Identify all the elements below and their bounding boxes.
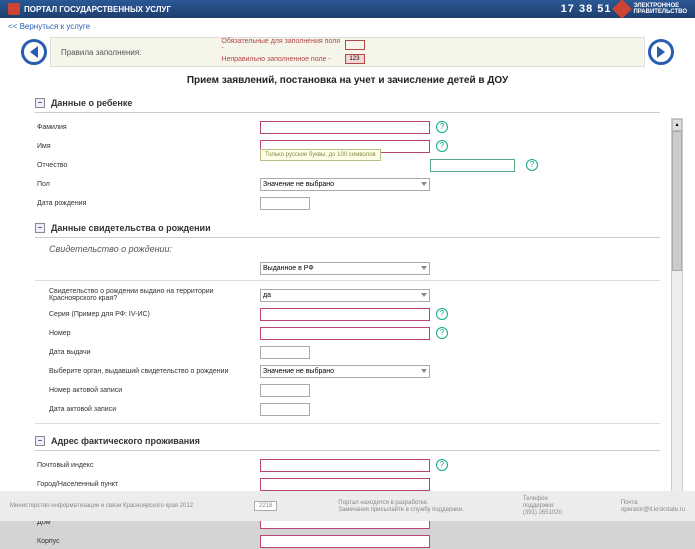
help-icon[interactable]: ? [526,159,538,171]
arrow-left-icon [30,46,38,58]
issuer-select[interactable]: Значение не выбрано [260,365,430,378]
invalid-label: Неправильно заполненное поле - [221,56,341,63]
invalid-sample: 123 [345,54,365,64]
region-select[interactable]: да [260,289,430,302]
back-link[interactable]: << Вернуться к услуге [0,18,695,35]
elec-gov-label: ЭЛЕКТРОННОЕПРАВИТЕЛЬСТВО [633,3,687,15]
required-sample [345,40,365,50]
collapse-icon[interactable]: − [35,223,45,233]
record-num-label: Номер актовой записи [35,387,260,394]
time-display: 17 38 51 [561,3,612,15]
birthdate-label: Дата рождения [35,200,260,207]
building-label: Корпус [35,538,260,545]
issue-date-label: Дата выдачи [35,349,260,356]
help-icon[interactable]: ? [436,308,448,320]
issue-date-input[interactable] [260,346,310,359]
emblem-icon [8,3,20,15]
gender-select[interactable]: Значение не выбрано [260,178,430,191]
number-input[interactable] [260,327,430,340]
section-title: Адрес фактического проживания [51,436,200,446]
lastname-label: Фамилия [35,124,260,131]
subsection-title: Свидетельство о рождении: [49,244,660,254]
header-bar: ПОРТАЛ ГОСУДАРСТВЕННЫХ УСЛУГ 17 38 51 ЭЛ… [0,0,695,18]
number-label: Номер [35,330,260,337]
section-title: Данные о ребенке [51,98,132,108]
section-title: Данные свидетельства о рождении [51,223,211,233]
gender-label: Пол [35,181,260,188]
portal-title: ПОРТАЛ ГОСУДАРСТВЕННЫХ УСЛУГ [24,5,171,14]
hint-tooltip: Только русские буквы, до 100 символов [260,149,381,161]
arrow-right-icon [657,46,665,58]
collapse-icon[interactable]: − [35,436,45,446]
counter-badge: 2218 [254,501,277,511]
required-label: Обязательные для заполнения поля - [221,38,341,52]
gov-logo-icon [613,0,633,19]
ministry-text: Министерство информатизации и связи Крас… [10,503,193,509]
prev-button[interactable] [21,39,47,65]
series-input[interactable] [260,308,430,321]
footer: Министерство информатизации и связи Крас… [0,491,695,521]
rules-title: Правила заполнения: [61,48,141,57]
patronymic-label: Отчество [35,162,260,169]
postcode-label: Почтовый индекс [35,462,260,469]
scroll-up-icon[interactable]: ▴ [672,119,682,131]
collapse-icon[interactable]: − [35,98,45,108]
page-title: Прием заявлений, постановка на учет и за… [0,75,695,86]
city-input[interactable] [260,478,430,491]
building-input[interactable] [260,535,430,548]
region-question-label: Свидетельство о рождении выдано на терри… [35,288,260,302]
record-num-input[interactable] [260,384,310,397]
firstname-label: Имя [35,143,260,150]
issuer-label: Выберите орган, выдавший свидетельство о… [35,368,260,375]
postcode-input[interactable] [260,459,430,472]
help-icon[interactable]: ? [436,459,448,471]
record-date-label: Дата актовой записи [35,406,260,413]
help-icon[interactable]: ? [436,327,448,339]
city-label: Город/Населенный пункт [35,481,260,488]
scroll-thumb[interactable] [672,131,682,271]
rules-bar: Правила заполнения: Обязательные для зап… [50,37,645,67]
patronymic-input[interactable] [430,159,515,172]
scrollbar[interactable]: ▴ ▾ [671,118,683,508]
next-button[interactable] [648,39,674,65]
help-icon[interactable]: ? [436,121,448,133]
birthdate-input[interactable] [260,197,310,210]
series-label: Серия (Пример для РФ: IV-ИС) [35,311,260,318]
help-icon[interactable]: ? [436,140,448,152]
lastname-input[interactable] [260,121,430,134]
record-date-input[interactable] [260,403,310,416]
cert-country-select[interactable]: Выданное в РФ [260,262,430,275]
